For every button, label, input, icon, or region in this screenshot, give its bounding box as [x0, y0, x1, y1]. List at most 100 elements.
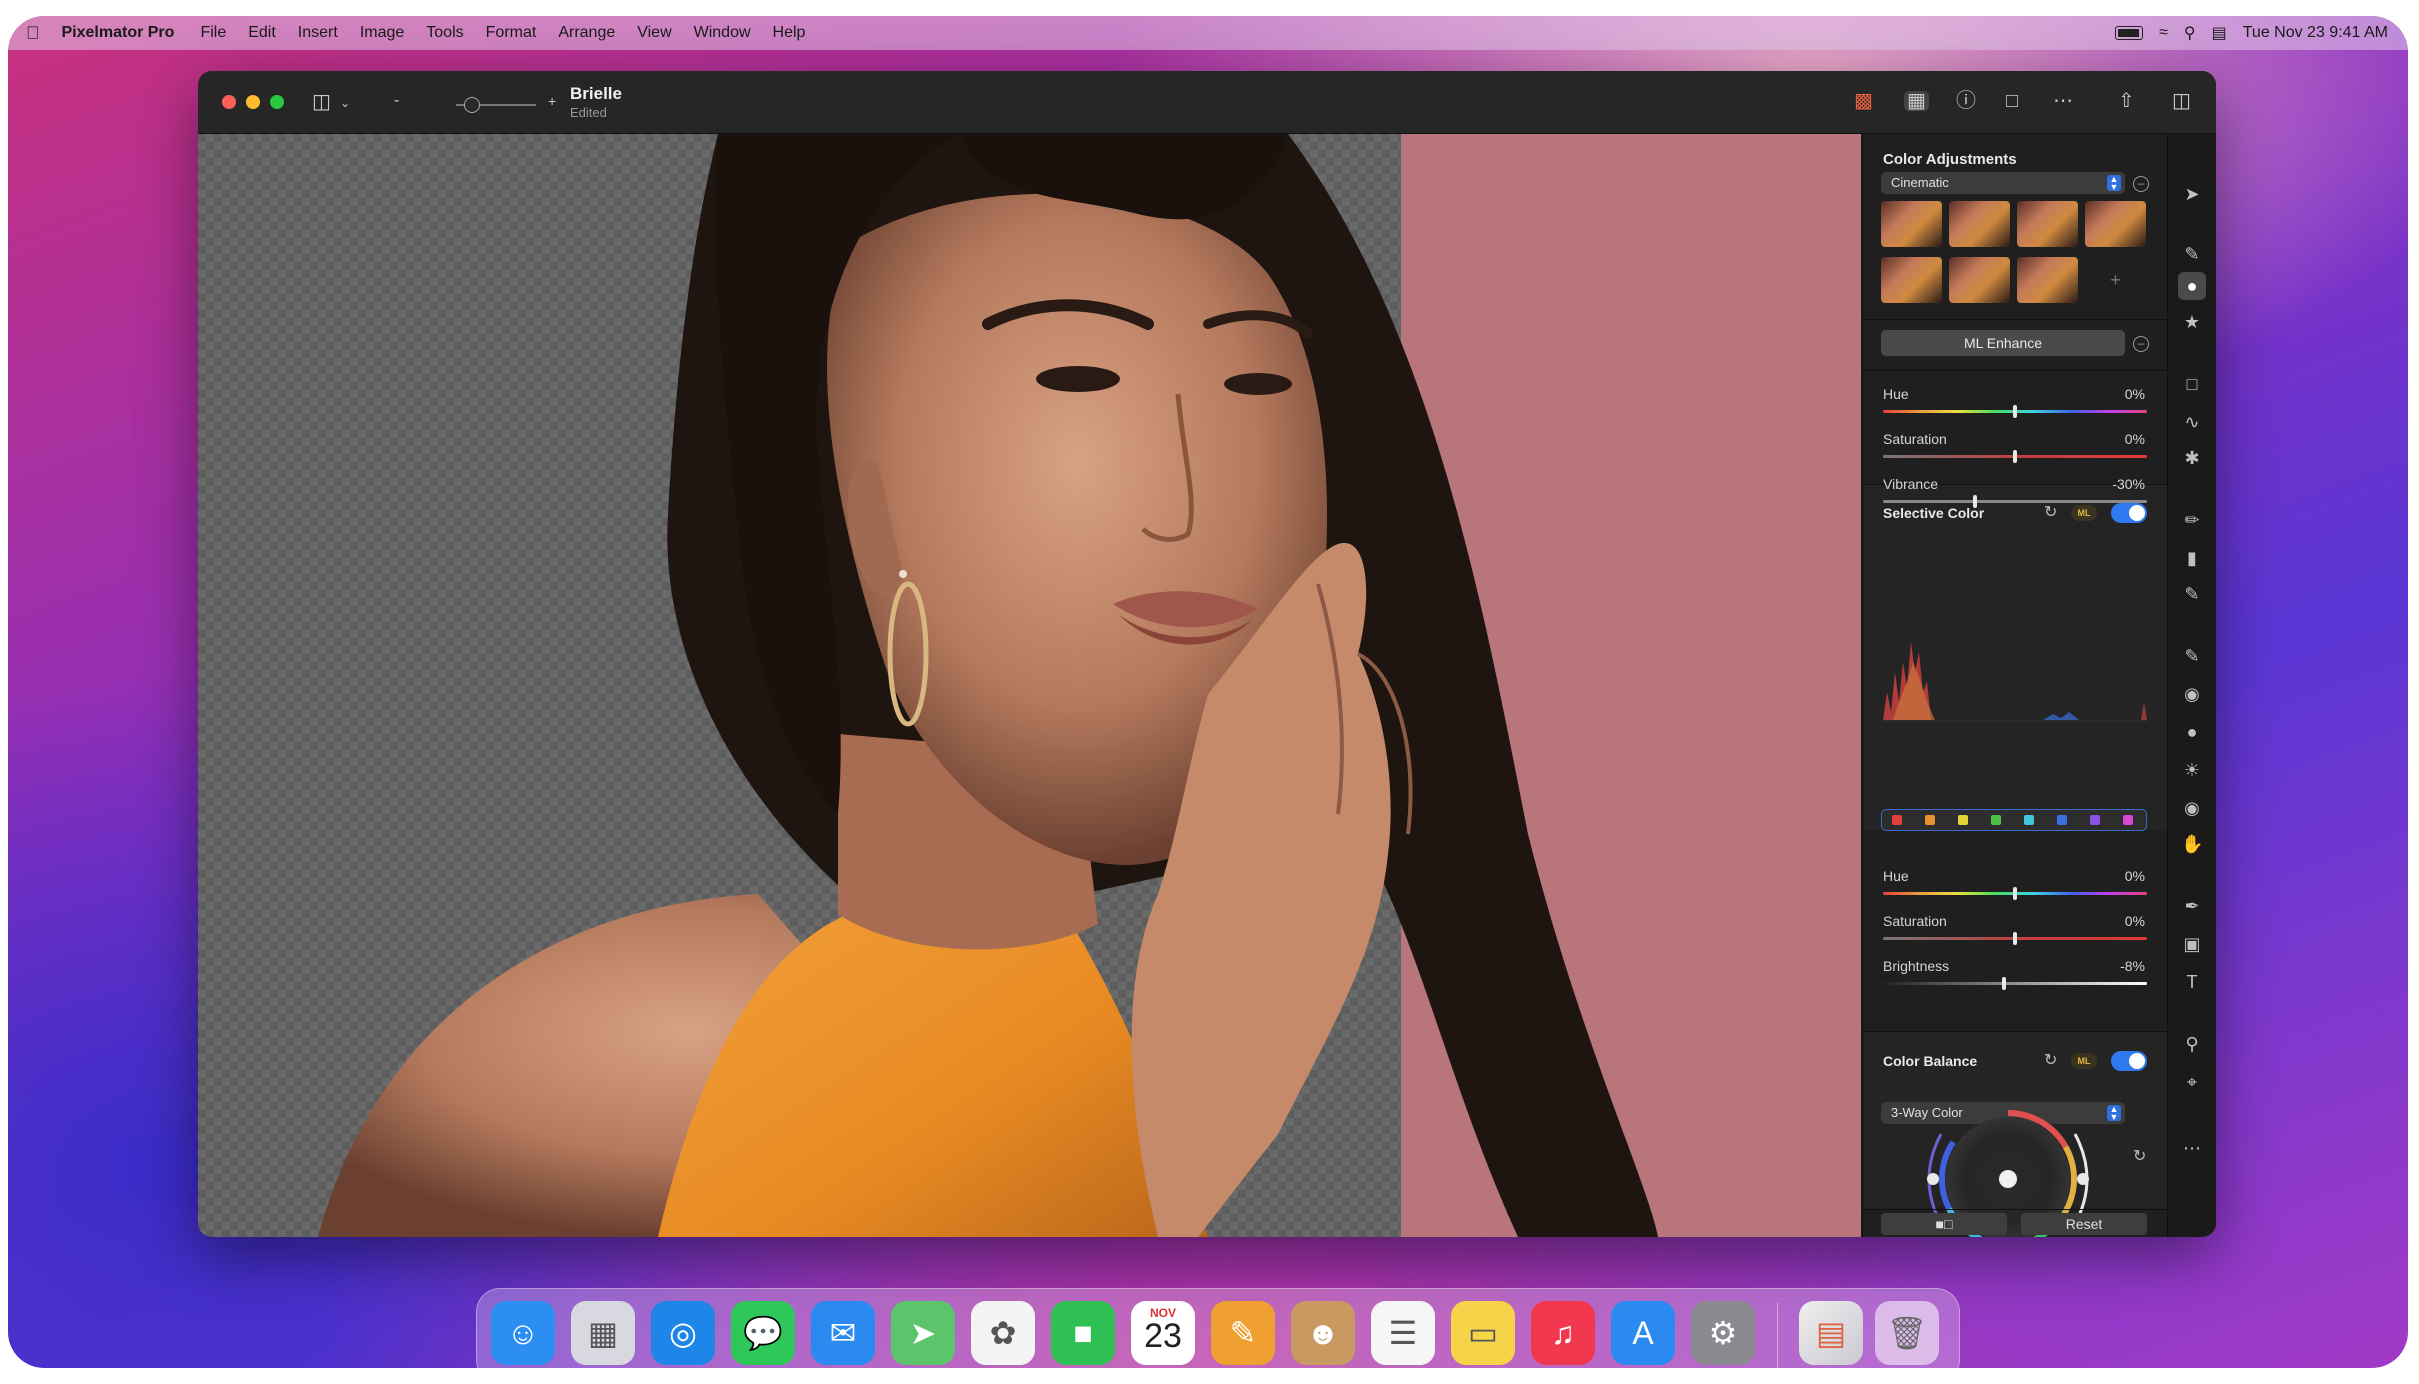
calendar-app-icon[interactable]: NOV 23	[1131, 1301, 1195, 1365]
photos-app-icon[interactable]: ✿	[971, 1301, 1035, 1365]
arrange-tool-icon[interactable]: ➤	[2181, 184, 2203, 205]
reset-wheel-icon[interactable]: ↻	[2133, 1146, 2146, 1166]
ml-badge[interactable]: ML	[2071, 505, 2097, 521]
ml-badge[interactable]: ML	[2071, 1053, 2097, 1069]
arrange-layers-icon[interactable]: ▩	[1854, 91, 1873, 111]
preset-thumbnail[interactable]	[1881, 201, 1942, 247]
messages-app-icon[interactable]: 💬	[731, 1301, 795, 1365]
slider-knob[interactable]	[2013, 405, 2017, 418]
selective-color-toggle[interactable]	[2111, 503, 2147, 523]
slider-knob[interactable]	[2013, 887, 2017, 900]
slider-value[interactable]: 0%	[2125, 868, 2145, 884]
info-icon[interactable]: ⓘ	[1956, 91, 1976, 111]
menu-clock[interactable]: Tue Nov 23 9:41 AM	[2243, 24, 2388, 42]
contacts-app-icon[interactable]: ☻	[1291, 1301, 1355, 1365]
apple-menu-icon[interactable]: 	[26, 23, 40, 44]
menu-app-name[interactable]: Pixelmator Pro	[62, 24, 175, 42]
app-store-app-icon[interactable]: A	[1611, 1301, 1675, 1365]
ml-enhance-button[interactable]: ML Enhance	[1881, 330, 2125, 356]
zoom-out-button[interactable]: -	[394, 91, 399, 111]
menu-format[interactable]: Format	[486, 24, 537, 42]
slider-value[interactable]: -30%	[2112, 476, 2145, 492]
style-tool-icon[interactable]: ✎	[2181, 244, 2203, 265]
color-range-swatch[interactable]	[2024, 815, 2034, 825]
share-icon[interactable]: ⇧	[2118, 91, 2135, 111]
select-tool-icon[interactable]: □	[2181, 374, 2203, 395]
ml-enhance-options-button[interactable]: –	[2133, 336, 2149, 352]
lighten-tool-icon[interactable]: ☀	[2181, 760, 2203, 781]
preset-thumbnail[interactable]	[2085, 201, 2146, 247]
finder-app-icon[interactable]: ☺	[491, 1301, 555, 1365]
color-range-swatch[interactable]	[2057, 815, 2067, 825]
crop-tool-icon[interactable]: ⌖	[2181, 1072, 2203, 1093]
reminders-app-icon[interactable]: ☰	[1371, 1301, 1435, 1365]
pixelmator-pro-app-icon[interactable]: ✎	[1211, 1301, 1275, 1365]
vibrance-slider[interactable]	[1883, 500, 2147, 503]
maps-app-icon[interactable]: ➤	[891, 1301, 955, 1365]
preset-options-button[interactable]: –	[2133, 176, 2149, 192]
slider-value[interactable]: 0%	[2125, 431, 2145, 447]
color-range-swatch[interactable]	[2123, 815, 2133, 825]
control-center-icon[interactable]: ▤	[2212, 23, 2227, 43]
warp-tool-icon[interactable]: ✋	[2181, 834, 2203, 855]
safari-app-icon[interactable]: ◎	[651, 1301, 715, 1365]
color-adjust-tool-icon[interactable]: ●	[2178, 272, 2206, 300]
battery-icon[interactable]	[2115, 26, 2144, 40]
color-range-swatch[interactable]	[2090, 815, 2100, 825]
slider-knob[interactable]	[1973, 495, 1978, 508]
preset-thumbnail[interactable]	[2017, 257, 2078, 303]
reset-icon[interactable]: ↻	[2044, 1050, 2057, 1070]
reset-icon[interactable]: ↻	[2044, 502, 2057, 522]
minimize-window-button[interactable]	[246, 95, 260, 109]
quick-select-tool-icon[interactable]: ✱	[2181, 448, 2203, 469]
color-range-selector[interactable]	[1881, 809, 2147, 831]
fullscreen-window-button[interactable]	[270, 95, 284, 109]
slider-knob[interactable]	[2002, 977, 2007, 990]
brightness-slider[interactable]	[1883, 982, 2147, 985]
image-canvas[interactable]	[198, 134, 1861, 1237]
sidebar-toggle-icon[interactable]: ◫	[312, 92, 331, 112]
spotlight-search-icon[interactable]: ⚲	[2184, 23, 2196, 43]
reset-button[interactable]: Reset	[2021, 1213, 2147, 1235]
more-tools-icon[interactable]: ⋯	[2181, 1138, 2203, 1159]
menu-view[interactable]: View	[637, 24, 671, 42]
add-preset-icon[interactable]: +	[2085, 257, 2146, 303]
zoom-tool-icon[interactable]: ⚲	[2181, 1034, 2203, 1055]
erase-tool-icon[interactable]: ✎	[2181, 584, 2203, 605]
menu-edit[interactable]: Edit	[248, 24, 276, 42]
compare-button[interactable]: ■□	[1881, 1213, 2007, 1235]
more-options-icon[interactable]: ⋯	[2053, 91, 2073, 111]
color-range-swatch[interactable]	[1958, 815, 1968, 825]
menu-arrange[interactable]: Arrange	[558, 24, 615, 42]
slider-knob[interactable]	[2013, 450, 2017, 463]
system-preferences-app-icon[interactable]: ⚙	[1691, 1301, 1755, 1365]
preset-thumbnail[interactable]	[1881, 257, 1942, 303]
color-balance-toggle[interactable]	[2111, 1051, 2147, 1071]
trash-icon[interactable]: 🗑	[1875, 1301, 1939, 1365]
menu-image[interactable]: Image	[360, 24, 404, 42]
inspector-toggle-icon[interactable]: ◫	[2172, 91, 2191, 111]
menu-insert[interactable]: Insert	[298, 24, 338, 42]
wifi-icon[interactable]: ≈	[2159, 24, 2168, 42]
pen-tool-icon[interactable]: ✒	[2181, 896, 2203, 917]
slider-knob[interactable]	[2013, 932, 2017, 945]
notes-app-icon[interactable]: ▭	[1451, 1301, 1515, 1365]
adjust-colors-icon[interactable]: ▦	[1904, 91, 1929, 111]
menu-window[interactable]: Window	[694, 24, 751, 42]
shape-tool-icon[interactable]: ▣	[2181, 934, 2203, 955]
zoom-in-button[interactable]: +	[548, 91, 556, 111]
lasso-tool-icon[interactable]: ∿	[2181, 412, 2203, 433]
paint-tool-icon[interactable]: ✏	[2181, 510, 2203, 531]
slider-value[interactable]: 0%	[2125, 386, 2145, 402]
facetime-app-icon[interactable]: ■	[1051, 1301, 1115, 1365]
menu-file[interactable]: File	[200, 24, 226, 42]
preset-dropdown[interactable]: Cinematic ▲ ▼	[1881, 172, 2125, 194]
preset-thumbnail[interactable]	[1949, 201, 2010, 247]
clone-tool-icon[interactable]: ◉	[2181, 684, 2203, 705]
color-range-swatch[interactable]	[1925, 815, 1935, 825]
menu-help[interactable]: Help	[773, 24, 806, 42]
sharpen-tool-icon[interactable]: ●	[2181, 722, 2203, 743]
effects-tool-icon[interactable]: ★	[2181, 312, 2203, 333]
launchpad-app-icon[interactable]: ▦	[571, 1301, 635, 1365]
zoom-slider-knob[interactable]	[464, 97, 480, 113]
